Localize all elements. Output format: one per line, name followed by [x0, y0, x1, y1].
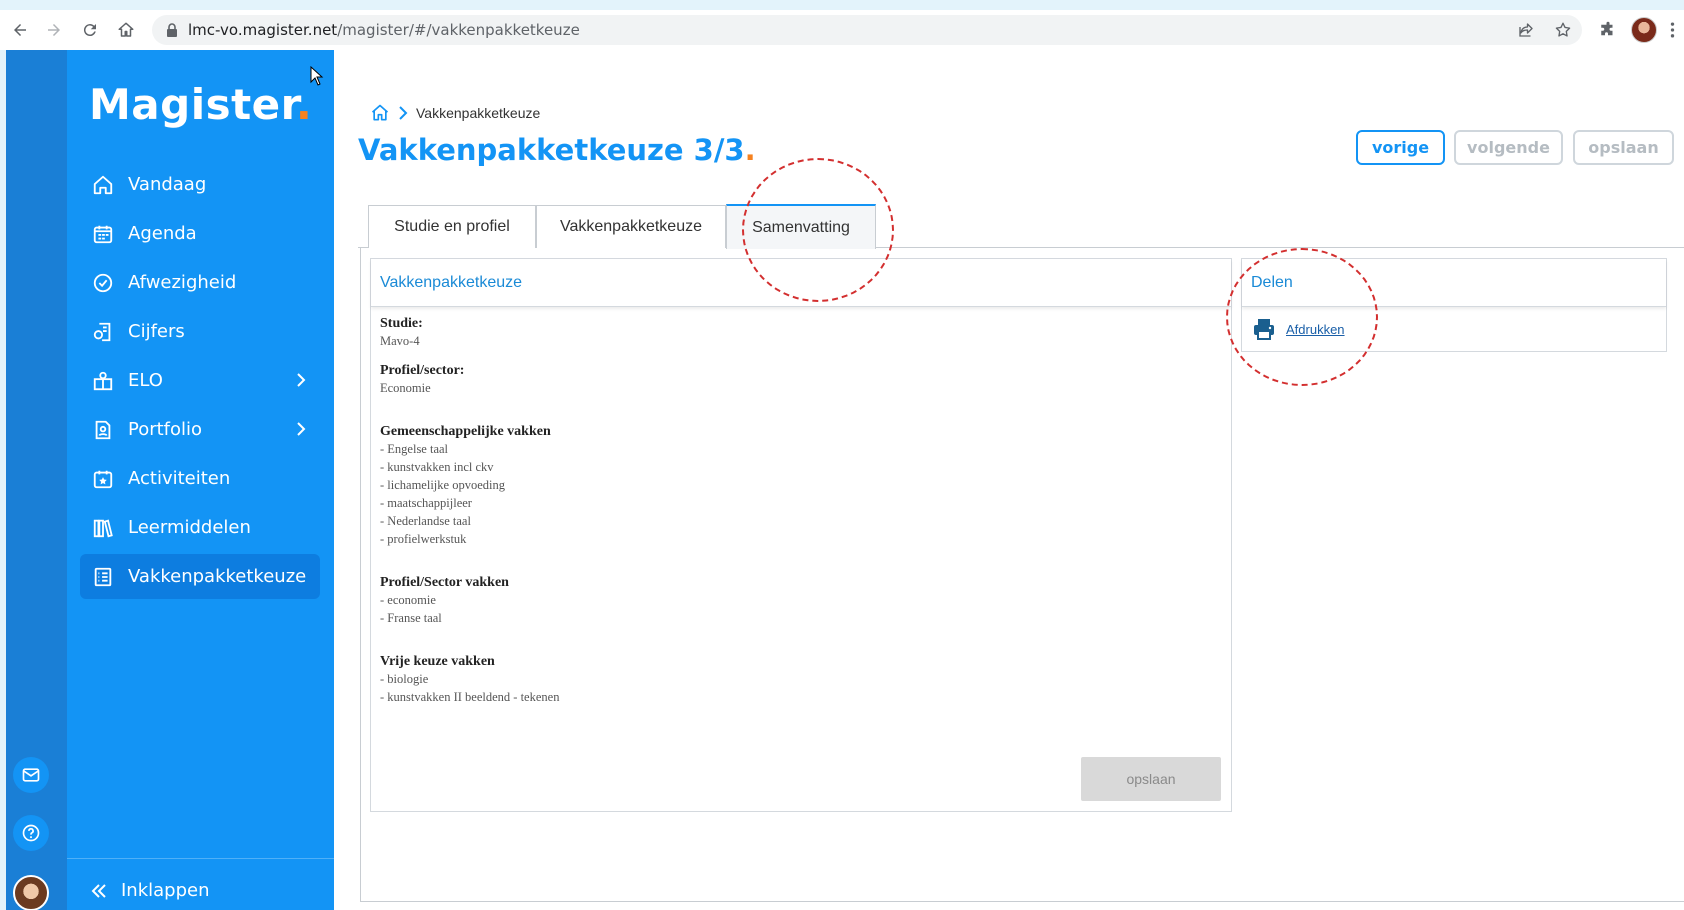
breadcrumb: Vakkenpakketkeuze	[370, 103, 540, 123]
chevron-right-icon	[297, 373, 306, 387]
sidebar-item-label: ELO	[128, 370, 163, 391]
check-circle-icon	[91, 271, 115, 295]
list-item: - economie	[380, 593, 436, 607]
tab-vakkenpakketkeuze[interactable]: Vakkenpakketkeuze	[536, 205, 726, 248]
sidebar-item-activiteiten[interactable]: Activiteiten	[80, 456, 320, 501]
forward-arrow-icon[interactable]	[40, 16, 68, 44]
address-bar[interactable]: lmc-vo.magister.net/magister/#/vakkenpak…	[152, 15, 1582, 45]
list-item: - kunstvakken II beeldend - tekenen	[380, 690, 560, 704]
list-item: - Engelse taal	[380, 442, 449, 456]
sidebar-item-vakkenpakketkeuze[interactable]: Vakkenpakketkeuze	[80, 554, 320, 599]
help-icon[interactable]	[13, 815, 49, 851]
sidebar-item-label: Activiteiten	[128, 468, 231, 489]
summary-panel-header: Vakkenpakketkeuze	[371, 259, 1231, 307]
grades-icon	[91, 320, 115, 344]
chevron-right-icon	[399, 106, 408, 120]
list-item: - lichamelijke opvoeding	[380, 478, 505, 492]
reload-icon[interactable]	[76, 16, 104, 44]
sidebar-item-label: Agenda	[128, 223, 197, 244]
profile-avatar[interactable]	[1630, 16, 1658, 44]
sidebar-item-vandaag[interactable]: Vandaag	[80, 162, 320, 207]
extensions-puzzle-icon[interactable]	[1594, 16, 1622, 44]
home-breadcrumb-icon[interactable]	[370, 103, 390, 123]
sidebar: Magister. Vandaag Agenda Afwezigheid Cij…	[67, 50, 334, 910]
browser-toolbar: lmc-vo.magister.net/magister/#/vakkenpak…	[0, 10, 1684, 50]
list-item: - Franse taal	[380, 611, 442, 625]
sidebar-item-portfolio[interactable]: Portfolio	[80, 407, 320, 452]
summary-content: Studie: Mavo-4 Profiel/sector: Economie …	[380, 316, 1200, 706]
user-avatar[interactable]	[13, 875, 49, 910]
previous-button[interactable]: vorige	[1356, 130, 1445, 165]
sector-label: Profiel/Sector vakken	[380, 575, 509, 590]
studie-label: Studie:	[380, 316, 423, 331]
share-panel: Delen Afdrukken	[1241, 258, 1667, 352]
page-title: Vakkenpakketkeuze 3/3.	[358, 133, 756, 167]
mail-icon[interactable]	[13, 757, 49, 793]
sidebar-divider	[67, 858, 334, 859]
sidebar-item-label: Leermiddelen	[128, 517, 251, 538]
portfolio-icon	[91, 418, 115, 442]
sidebar-item-label: Cijfers	[128, 321, 185, 342]
chevron-right-icon	[297, 422, 306, 436]
url-host: lmc-vo.magister.net	[188, 21, 338, 39]
panel-save-button[interactable]: opslaan	[1081, 757, 1221, 801]
sidebar-item-label: Vakkenpakketkeuze	[128, 566, 307, 587]
collapse-sidebar-button[interactable]: Inklappen	[89, 880, 210, 901]
sidebar-item-agenda[interactable]: Agenda	[80, 211, 320, 256]
elo-icon	[91, 369, 115, 393]
home-page-icon[interactable]	[112, 16, 140, 44]
browser-menu-icon[interactable]	[1662, 16, 1682, 44]
calendar-star-icon	[91, 467, 115, 491]
sidebar-item-label: Afwezigheid	[128, 272, 237, 293]
save-button[interactable]: opslaan	[1573, 130, 1674, 165]
printer-icon[interactable]	[1252, 317, 1276, 341]
rail-edge	[0, 50, 6, 910]
sidebar-item-label: Portfolio	[128, 419, 203, 440]
list-item: - Nederlandse taal	[380, 514, 471, 528]
profiel-value: Economie	[380, 381, 431, 395]
list-item: - profielwerkstuk	[380, 532, 467, 546]
sidebar-item-cijfers[interactable]: Cijfers	[80, 309, 320, 354]
books-icon	[91, 516, 115, 540]
list-item: - kunstvakken incl ckv	[380, 460, 494, 474]
gemeenschappelijk-label: Gemeenschappelijke vakken	[380, 424, 551, 439]
lock-icon	[167, 23, 177, 37]
checklist-icon	[91, 565, 115, 589]
back-arrow-icon[interactable]	[6, 16, 34, 44]
profiel-label: Profiel/sector:	[380, 363, 465, 378]
summary-panel: Vakkenpakketkeuze Studie: Mavo-4 Profiel…	[370, 258, 1232, 812]
magister-logo[interactable]: Magister.	[89, 80, 312, 129]
sidebar-item-leermiddelen[interactable]: Leermiddelen	[80, 505, 320, 550]
list-item: - biologie	[380, 672, 429, 686]
studie-value: Mavo-4	[380, 334, 420, 348]
share-page-icon[interactable]	[1512, 16, 1540, 44]
sidebar-item-afwezigheid[interactable]: Afwezigheid	[80, 260, 320, 305]
list-item: - maatschappijleer	[380, 496, 472, 510]
sidebar-item-label: Vandaag	[128, 174, 207, 195]
tab-samenvatting[interactable]: Samenvatting	[726, 204, 876, 249]
breadcrumb-current: Vakkenpakketkeuze	[416, 105, 541, 121]
browser-top-strip	[0, 0, 1684, 10]
sidebar-item-elo[interactable]: ELO	[80, 358, 320, 403]
bookmark-star-icon[interactable]	[1549, 16, 1577, 44]
mouse-cursor-icon	[310, 66, 324, 86]
home-icon	[91, 173, 115, 197]
share-panel-header: Delen	[1242, 259, 1666, 307]
calendar-icon	[91, 222, 115, 246]
url-path: /magister/#/vakkenpakketkeuze	[337, 21, 580, 39]
collapse-label: Inklappen	[121, 880, 210, 901]
double-chevron-left-icon	[91, 883, 106, 898]
tab-studie-en-profiel[interactable]: Studie en profiel	[368, 205, 536, 248]
next-button[interactable]: volgende	[1454, 130, 1563, 165]
vrije-keuze-label: Vrije keuze vakken	[380, 654, 495, 669]
print-row: Afdrukken	[1252, 317, 1345, 341]
print-link[interactable]: Afdrukken	[1286, 322, 1345, 337]
